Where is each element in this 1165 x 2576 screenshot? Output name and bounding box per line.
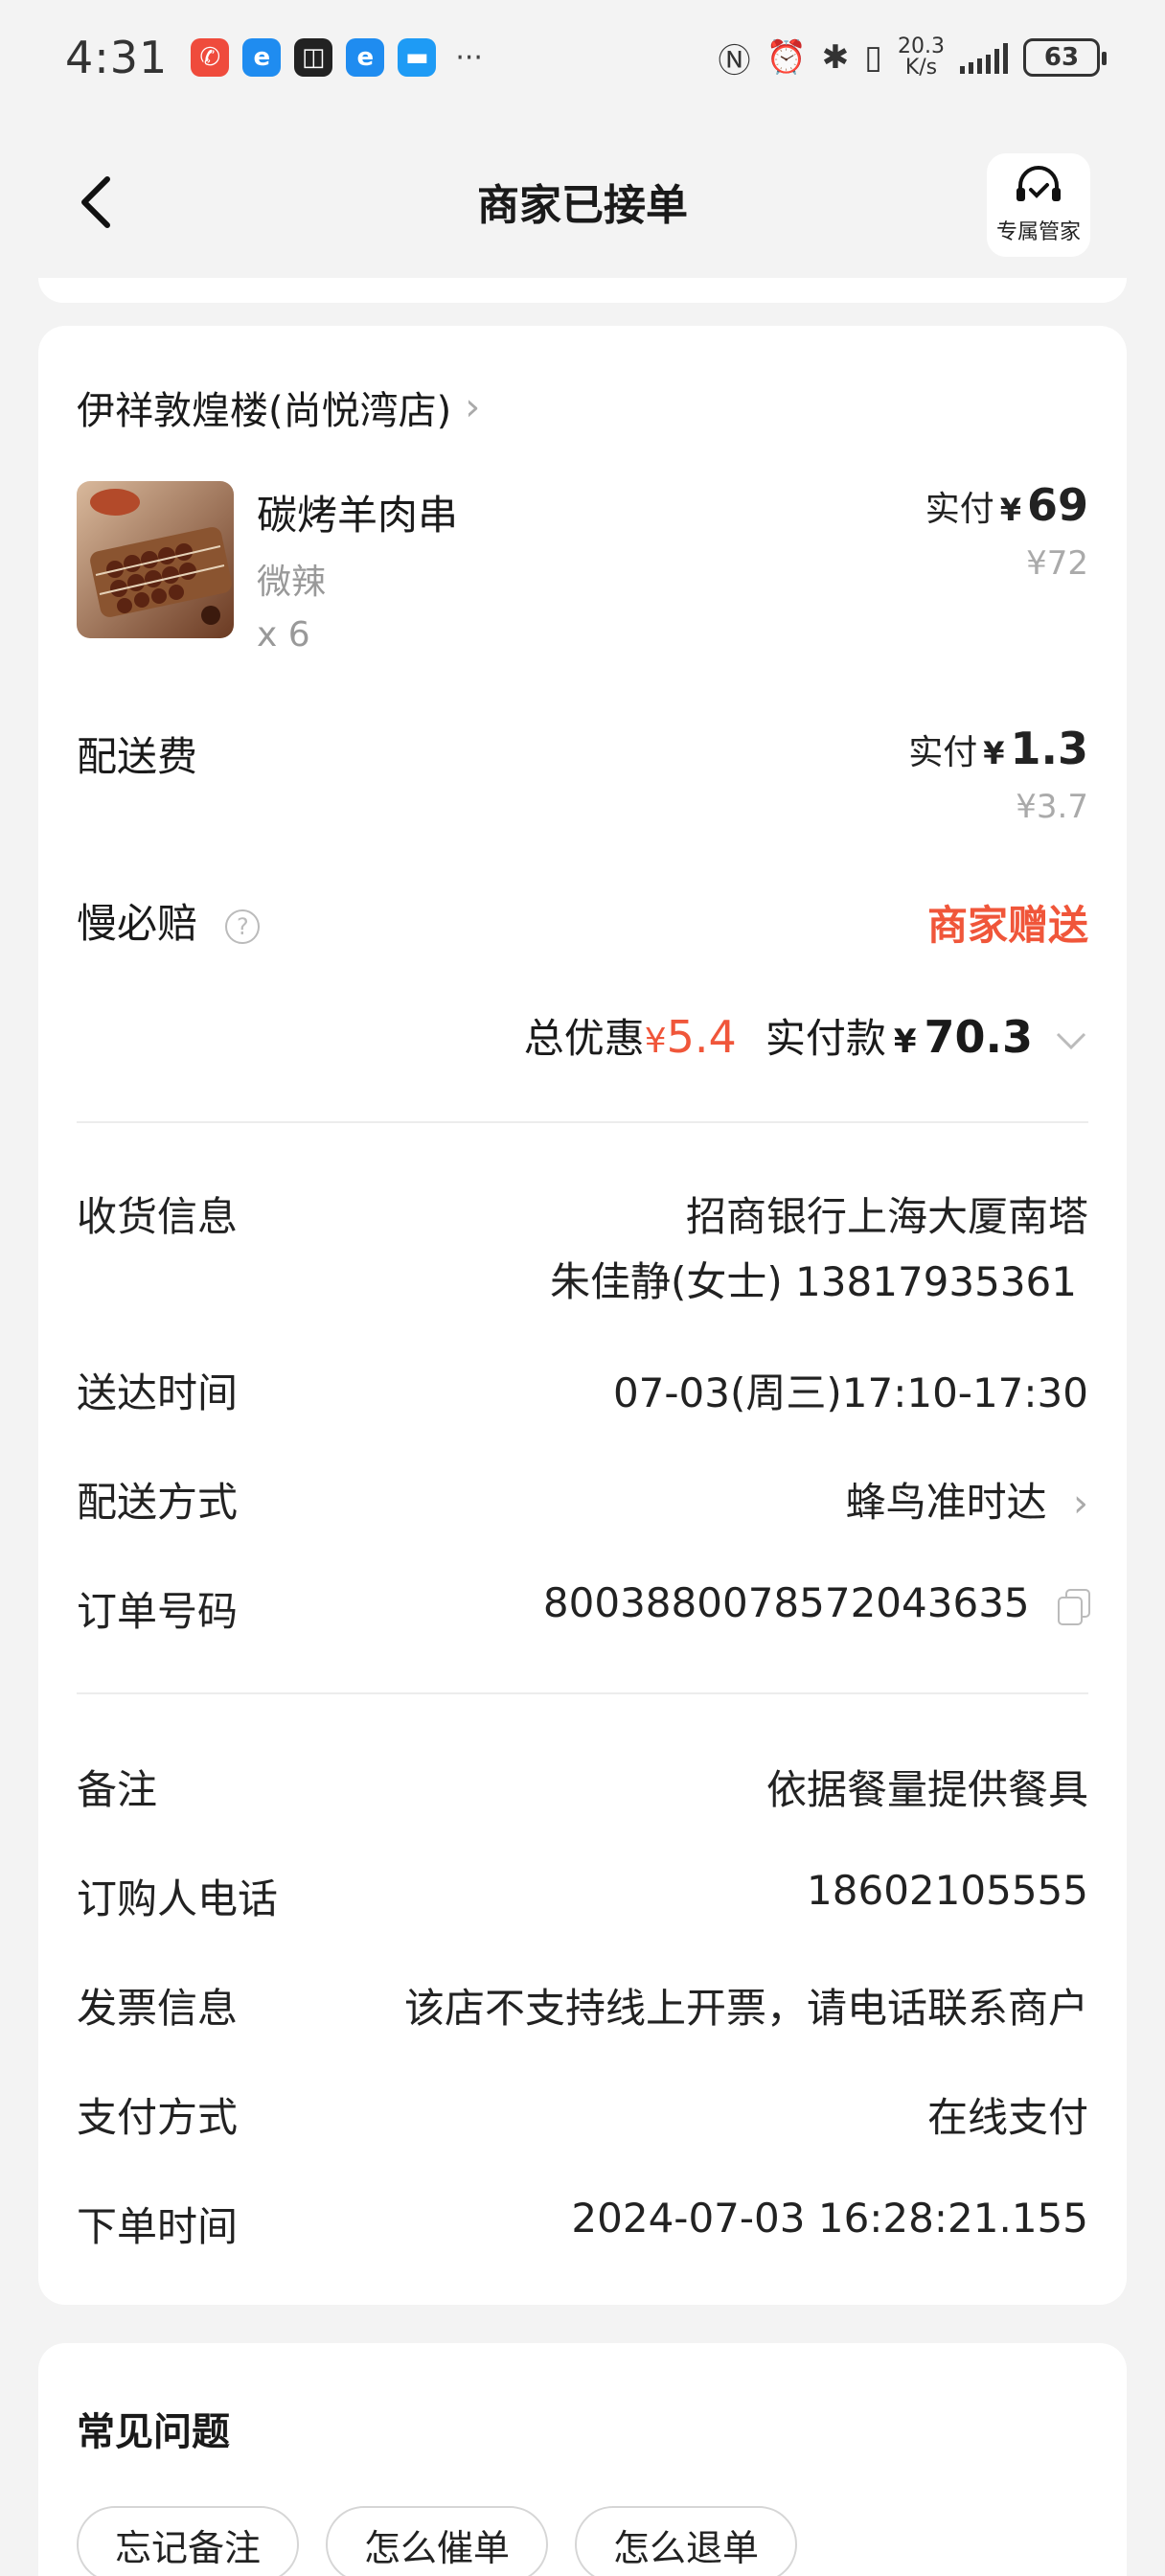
browser-app-icon: e — [346, 38, 385, 77]
nfc-icon: Ⓝ — [718, 41, 751, 80]
bluetooth-icon: ✱ — [821, 38, 850, 77]
order-time: 2024-07-03 16:28:21.155 — [571, 2195, 1088, 2242]
delivery-pay-label: 实付 — [908, 733, 978, 772]
system-indicators: Ⓝ ⏰ ✱ ▯ 20.3 K/s 63 — [718, 34, 1107, 81]
faq-tags: 忘记备注 怎么催单 怎么退单 — [77, 2506, 798, 2576]
network-speed: 20.3 K/s — [898, 34, 945, 80]
delivery-fee-price: 实付 ¥ 1.3 ¥3.7 — [908, 723, 1088, 826]
browser-app-icon: e — [242, 38, 282, 77]
total-paid-currency: ¥ — [893, 1023, 917, 1061]
more-notifications-icon: ··· — [455, 40, 483, 75]
receiver-address: 招商银行上海大厦南塔 — [685, 1193, 1088, 1240]
remark: 依据餐量提供餐具 — [765, 1766, 1088, 1813]
delivery-method: 蜂鸟准时达 — [845, 1479, 1047, 1526]
payment-method-label: 支付方式 — [77, 2094, 239, 2141]
vibrate-icon: ▯ — [864, 38, 883, 77]
faq-tag-urge-order[interactable]: 怎么催单 — [326, 2506, 549, 2576]
delivery-method-link[interactable]: 蜂鸟准时达 › — [846, 1470, 1088, 1529]
receiver-contact: 朱佳静(女士) 13817935361 — [549, 1258, 1077, 1305]
item-pay-amount: 69 — [1026, 479, 1088, 531]
shop-name: 伊祥敦煌楼(尚悦湾店) — [77, 389, 452, 433]
nav-header: 商家已接单 专属管家 — [0, 144, 1165, 259]
signal-icon — [960, 41, 1008, 74]
missed-call-app-icon: ✆ — [191, 38, 230, 77]
payment-method: 在线支付 — [926, 2094, 1088, 2141]
total-paid-label: 实付款 — [765, 1015, 886, 1062]
delivery-original-price: ¥3.7 — [1016, 788, 1088, 826]
chevron-right-icon: › — [1073, 1482, 1088, 1526]
late-compensation-label: 慢必赔 — [77, 900, 198, 947]
item-pay-label: 实付 — [925, 490, 994, 529]
item-pay-currency: ¥ — [999, 492, 1021, 528]
total-discount: ¥5.4 — [644, 1011, 737, 1063]
faq-tag-refund[interactable]: 怎么退单 — [575, 2506, 798, 2576]
order-number: 8003880078572043635 — [542, 1579, 1030, 1626]
item-original-price: ¥72 — [1026, 544, 1088, 583]
late-compensation-row: 慢必赔 ? — [77, 891, 261, 950]
total-paid-amount: 70.3 — [924, 1011, 1034, 1063]
shop-link[interactable]: 伊祥敦煌楼(尚悦湾店) › — [77, 380, 480, 435]
late-compensation-value: 商家赠送 — [926, 902, 1088, 949]
buyer-phone-label: 订购人电话 — [77, 1875, 279, 1922]
order-number-row: 8003880078572043635 — [542, 1579, 1090, 1626]
delivery-fee-label: 配送费 — [77, 733, 198, 780]
headset-icon — [1017, 166, 1061, 201]
divider — [77, 1692, 1088, 1694]
item-price: 实付 ¥ 69 ¥72 — [925, 479, 1088, 583]
order-detail-card: 伊祥敦煌楼(尚悦湾店) › 碳烤羊肉串 微辣 x 6 实付 ¥ 69 ¥72 配… — [38, 326, 1127, 2305]
battery-icon: 63 — [1023, 38, 1107, 77]
battery-level: 63 — [1043, 43, 1080, 72]
delivery-method-label: 配送方式 — [77, 1479, 239, 1526]
price-summary[interactable]: 总优惠 ¥5.4 实付款 ¥ 70.3 — [524, 1006, 1088, 1065]
total-discount-label: 总优惠 — [523, 1015, 645, 1062]
chevron-down-icon — [1054, 1023, 1088, 1061]
notes-app-icon: ◫ — [294, 38, 333, 77]
alarm-icon: ⏰ — [765, 38, 807, 77]
service-manager-label: 专属管家 — [995, 220, 1081, 244]
status-time: 4:31 — [65, 32, 169, 83]
service-manager-button[interactable]: 专属管家 — [987, 153, 1090, 257]
faq-tag-forgot-remark[interactable]: 忘记备注 — [77, 2506, 300, 2576]
order-time-label: 下单时间 — [77, 2203, 239, 2250]
help-icon[interactable]: ? — [225, 908, 261, 944]
total-discount-amount: 5.4 — [666, 1011, 737, 1063]
invoice-label: 发票信息 — [77, 1985, 239, 2032]
copy-icon[interactable] — [1056, 1588, 1090, 1625]
item-spec: 微辣 — [257, 563, 327, 602]
chevron-right-icon: › — [465, 385, 481, 429]
item-name: 碳烤羊肉串 — [257, 492, 459, 539]
delivery-pay-currency: ¥ — [983, 735, 1005, 771]
previous-card-edge — [38, 278, 1127, 303]
faq-title: 常见问题 — [77, 2410, 230, 2454]
item-image[interactable] — [77, 481, 234, 638]
item-quantity: x 6 — [257, 615, 310, 655]
notification-icons: ✆ e ◫ e ▬ ··· — [191, 38, 483, 77]
invoice-info: 该店不支持线上开票，请电话联系商户 — [403, 1985, 1088, 2032]
order-number-label: 订单号码 — [77, 1588, 239, 1635]
delivery-time: 07-03(周三)17:10-17:30 — [612, 1369, 1088, 1416]
remark-label: 备注 — [77, 1766, 158, 1813]
receiver-info-label: 收货信息 — [77, 1193, 239, 1240]
message-app-icon: ▬ — [398, 38, 437, 77]
status-bar: 4:31 ✆ e ◫ e ▬ ··· Ⓝ ⏰ ✱ ▯ 20.3 K/s 63 — [0, 0, 1165, 115]
delivery-time-label: 送达时间 — [77, 1369, 239, 1416]
delivery-pay-amount: 1.3 — [1010, 723, 1089, 774]
buyer-phone[interactable]: 18602105555 — [807, 1867, 1088, 1914]
faq-card: 常见问题 忘记备注 怎么催单 怎么退单 — [38, 2343, 1127, 2576]
divider — [77, 1121, 1088, 1123]
